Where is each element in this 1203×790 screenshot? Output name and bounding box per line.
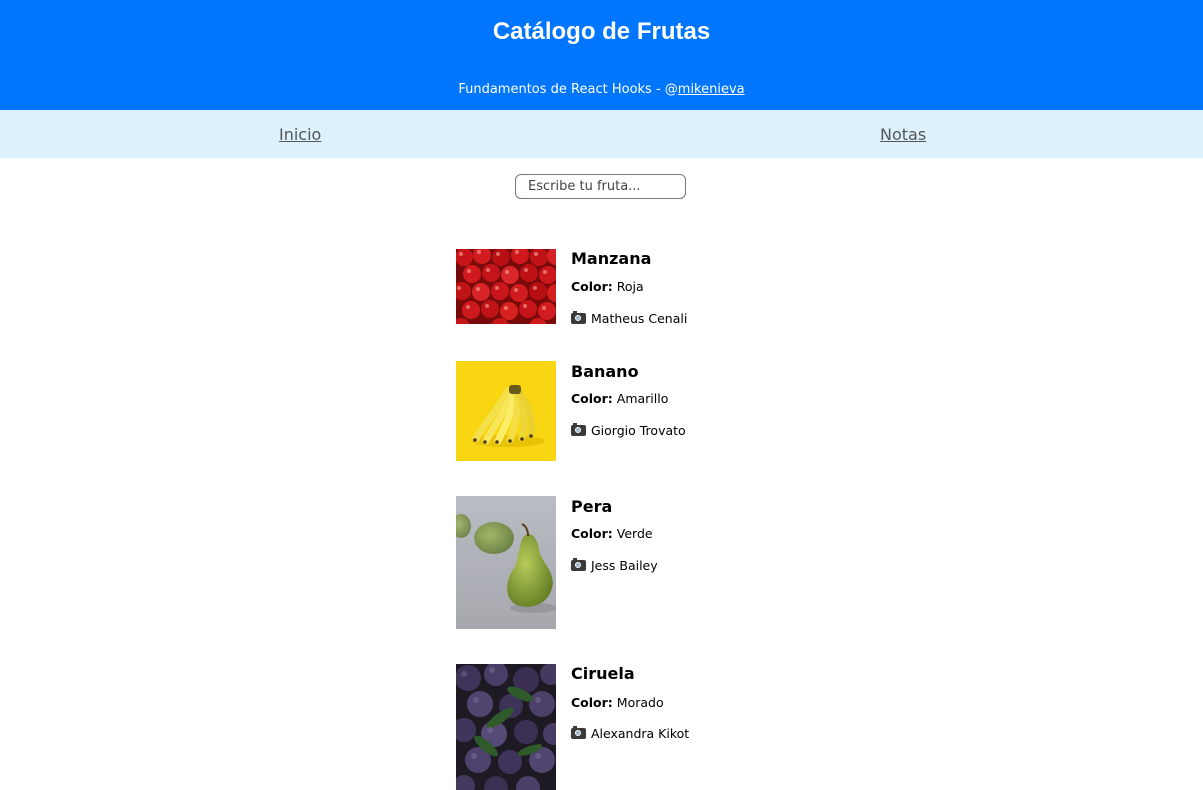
bananas-photo [456,361,556,461]
fruit-card: Ciruela Color: Morado Alexandra Kikot [456,664,856,790]
color-label: Color: [571,526,613,541]
fruit-color-line: Color: Roja [571,279,644,294]
fruit-image-pera [456,496,556,629]
fruit-card: Manzana Color: Roja Matheus Cenali [456,249,856,329]
fruit-color-line: Color: Amarillo [571,391,668,406]
fruit-color: Roja [616,279,644,294]
fruit-name: Pera [571,497,613,516]
plums-photo [456,664,556,790]
nav-link-notas[interactable]: Notas [880,125,926,144]
fruit-image-manzana [456,249,556,324]
photo-credit: Matheus Cenali [571,311,687,326]
photographer-name: Jess Bailey [591,558,658,573]
photographer-name: Alexandra Kikot [591,726,690,741]
fruit-name: Ciruela [571,664,635,683]
fruit-name: Manzana [571,249,652,268]
nav-bar: Inicio Notas [0,110,1203,158]
fruit-name: Banano [571,362,639,381]
camera-with-flash-icon [571,726,586,739]
color-label: Color: [571,695,613,710]
nav-link-inicio[interactable]: Inicio [279,125,321,144]
page-header: Catálogo de Frutas Fundamentos de React … [0,0,1203,110]
fruit-image-banano [456,361,556,461]
photo-credit: Giorgio Trovato [571,423,686,438]
camera-with-flash-icon [571,311,586,324]
fruit-color-line: Color: Verde [571,526,653,541]
apples-photo [456,249,556,324]
photographer-name: Matheus Cenali [591,311,688,326]
subtitle-text: Fundamentos de React Hooks - @ [458,82,678,97]
color-label: Color: [571,391,613,406]
author-link[interactable]: mikenieva [678,82,745,97]
fruit-color: Amarillo [616,391,669,406]
page-title: Catálogo de Frutas [492,18,711,45]
fruit-color: Morado [616,695,664,710]
fruit-color-line: Color: Morado [571,695,664,710]
fruit-color: Verde [616,526,653,541]
page-subtitle: Fundamentos de React Hooks - @mikenieva [0,82,1203,97]
camera-with-flash-icon [571,423,586,436]
fruit-search-input[interactable] [515,174,686,199]
camera-with-flash-icon [571,558,586,571]
pears-photo [456,496,556,629]
fruit-card: Pera Color: Verde Jess Bailey [456,496,856,629]
photo-credit: Alexandra Kikot [571,726,689,741]
photographer-name: Giorgio Trovato [591,423,686,438]
fruit-image-ciruela [456,664,556,790]
color-label: Color: [571,279,613,294]
fruit-card: Banano Color: Amarillo Giorgio Trovato [456,361,856,461]
photo-credit: Jess Bailey [571,558,658,573]
